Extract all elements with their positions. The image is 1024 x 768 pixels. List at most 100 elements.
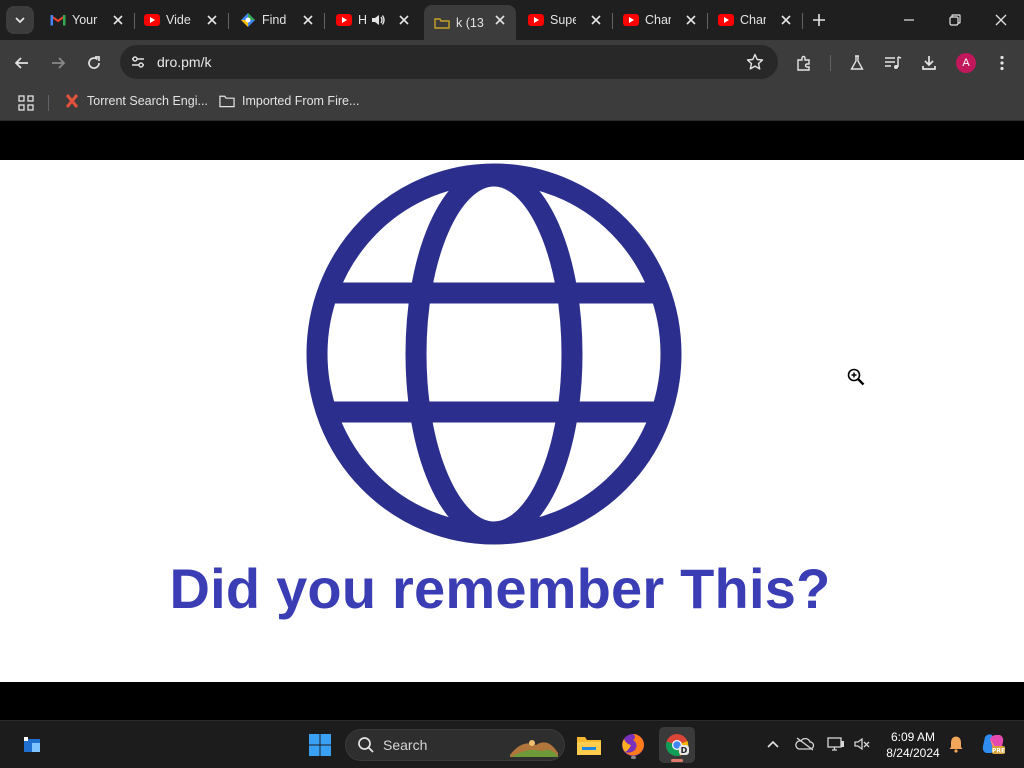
address-bar[interactable]: dro.pm/k (120, 45, 778, 79)
chevron-up-icon (767, 740, 779, 748)
widgets-button[interactable] (16, 729, 48, 761)
windows-logo-icon (309, 734, 331, 756)
youtube-icon (144, 12, 160, 28)
tab-title: Find (262, 13, 287, 27)
volume-button[interactable] (851, 733, 873, 755)
tab-title: Your (72, 13, 98, 27)
network-button[interactable] (825, 733, 847, 755)
tab-youtube-channel-1[interactable]: Char (613, 5, 708, 35)
tab-youtube-video[interactable]: Vide (134, 5, 229, 35)
bookmark-folder-imported[interactable]: Imported From Fire... (219, 93, 359, 109)
file-explorer-button[interactable] (573, 729, 605, 761)
close-icon[interactable] (588, 12, 604, 28)
browser-chrome: Your Vide Find H k (13 Supe Char Char dr… (0, 0, 1024, 121)
tab-title: Supe (550, 13, 576, 27)
restore-icon (949, 14, 961, 26)
speaker-muted-icon (854, 737, 870, 751)
gmail-icon (50, 12, 66, 28)
bookmarks-bar: Torrent Search Engi... Imported From Fir… (0, 85, 1024, 121)
flask-icon (850, 55, 864, 70)
start-button[interactable] (304, 729, 336, 761)
clock[interactable]: 6:09 AM 8/24/2024 (878, 729, 948, 761)
svg-text:D: D (681, 746, 688, 755)
close-icon[interactable] (204, 12, 220, 28)
firefox-button[interactable] (617, 729, 649, 761)
menu-button[interactable] (989, 50, 1015, 76)
onedrive-button[interactable] (794, 733, 816, 755)
close-window-button[interactable] (989, 8, 1013, 32)
page-content: Did you remember This? (0, 121, 1024, 720)
downloads-button[interactable] (916, 50, 942, 76)
tab-title: k (13 (456, 15, 484, 30)
arrow-left-icon (14, 57, 28, 69)
tab-title: Char (740, 13, 766, 27)
download-icon (922, 56, 936, 70)
running-indicator (631, 756, 636, 759)
labs-button[interactable] (844, 50, 870, 76)
youtube-icon (718, 12, 734, 28)
speaker-icon[interactable] (370, 12, 386, 28)
avatar: A (956, 53, 976, 73)
notifications-button[interactable] (945, 733, 967, 755)
bell-icon (949, 736, 963, 753)
tab-divider (228, 13, 229, 29)
tab-title: Vide (166, 13, 191, 27)
reload-button[interactable] (81, 50, 107, 76)
active-indicator (671, 759, 683, 762)
site-info-button[interactable] (126, 50, 150, 74)
toolbar-divider (830, 55, 831, 71)
toolbar: dro.pm/k A (0, 40, 1024, 85)
media-controls-button[interactable] (880, 50, 906, 76)
tab-youtube-audio[interactable]: H (326, 5, 420, 35)
bookmark-torrent-search[interactable]: Torrent Search Engi... (64, 93, 208, 109)
image-viewer[interactable]: Did you remember This? (0, 160, 1024, 682)
restore-button[interactable] (943, 8, 967, 32)
tab-youtube-channel-2[interactable]: Char (708, 5, 803, 35)
tab-title: Char (645, 13, 671, 27)
youtube-icon (336, 12, 352, 28)
clock-time: 6:09 AM (890, 730, 936, 744)
profile-button[interactable]: A (953, 50, 979, 76)
minimize-icon (904, 19, 914, 21)
monitor-network-icon (827, 737, 844, 751)
star-icon (746, 53, 764, 70)
close-icon[interactable] (300, 12, 316, 28)
close-icon[interactable] (492, 12, 508, 28)
url-text[interactable]: dro.pm/k (157, 54, 211, 70)
show-hidden-icons-button[interactable] (762, 733, 784, 755)
new-tab-button[interactable] (808, 9, 830, 31)
apps-button[interactable] (16, 93, 36, 113)
close-icon[interactable] (778, 12, 794, 28)
search-highlight-illustration-icon (510, 740, 558, 757)
chrome-button[interactable]: D (659, 727, 695, 763)
search-label: Search (383, 737, 428, 753)
tab-find[interactable]: Find (230, 5, 325, 35)
close-icon[interactable] (396, 12, 412, 28)
copilot-icon: PRE (982, 734, 1005, 755)
tab-youtube-super[interactable]: Supe (518, 5, 613, 35)
bookmark-label: Torrent Search Engi... (87, 94, 208, 108)
clock-date: 8/24/2024 (886, 746, 940, 760)
firefox-icon (622, 734, 644, 756)
search-icon (358, 737, 374, 753)
globe-icon (306, 163, 682, 545)
tab-gmail[interactable]: Your (40, 5, 135, 35)
folder-icon (219, 93, 235, 109)
taskbar-search[interactable]: Search (345, 729, 565, 761)
bookmark-label: Imported From Fire... (242, 94, 360, 108)
tab-active-dro-pm[interactable]: k (13 (424, 5, 516, 40)
tab-divider (324, 13, 325, 29)
close-icon[interactable] (683, 12, 699, 28)
back-button[interactable] (9, 50, 35, 76)
bookmarks-divider (48, 95, 49, 111)
minimize-button[interactable] (897, 8, 921, 32)
forward-button[interactable] (45, 50, 71, 76)
bookmark-star-button[interactable] (744, 51, 766, 73)
zoom-in-cursor-icon (847, 368, 865, 386)
copilot-button[interactable]: PRE (980, 731, 1006, 757)
tab-search-button[interactable] (6, 6, 34, 34)
folder-icon (577, 737, 601, 755)
extensions-button[interactable] (791, 50, 817, 76)
close-icon[interactable] (110, 12, 126, 28)
tab-divider (802, 13, 803, 29)
